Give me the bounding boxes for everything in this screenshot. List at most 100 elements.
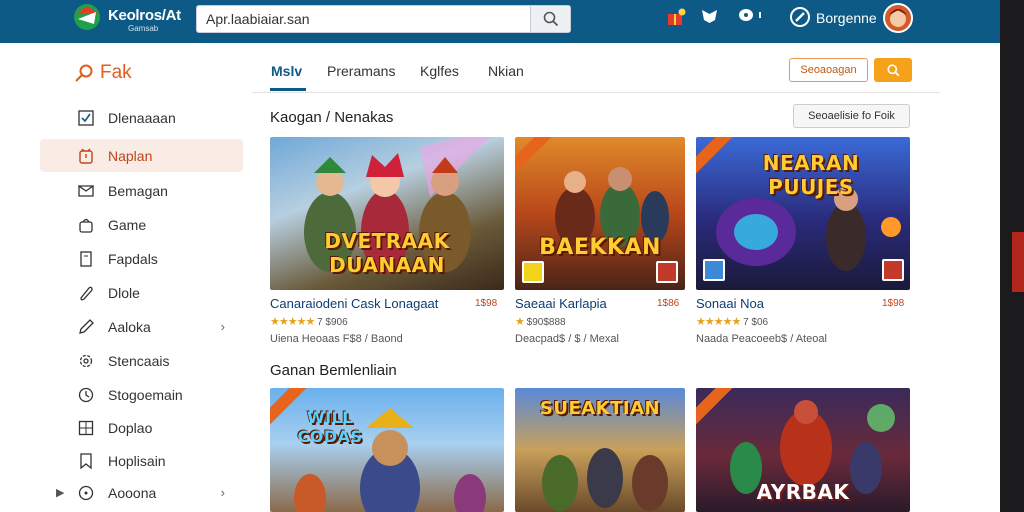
key-icon bbox=[75, 64, 93, 82]
game-card-price: 1$98 bbox=[882, 298, 905, 309]
sidebar-item-naplan[interactable]: Naplan bbox=[40, 139, 243, 172]
avatar[interactable] bbox=[883, 3, 913, 33]
game-card-price: 1$86 bbox=[657, 298, 680, 309]
app-logo-icon[interactable] bbox=[72, 2, 102, 32]
game-card-title[interactable]: Sonaai Noa bbox=[696, 296, 764, 311]
expand-caret-icon[interactable]: ▶ bbox=[56, 486, 64, 499]
game-artwork-title: WILL CODAS bbox=[297, 408, 363, 446]
tab-mslv[interactable]: Mslv bbox=[271, 63, 302, 79]
chevron-right-icon: › bbox=[220, 485, 225, 500]
game-card-title[interactable]: Saeaai Karlapia bbox=[515, 296, 607, 311]
game-artwork-title: SUEAKTIAN bbox=[539, 398, 661, 419]
scrollbar-thumb[interactable] bbox=[1012, 232, 1024, 292]
game-card-title[interactable]: Canaraiodeni Cask Lonagaat bbox=[270, 296, 438, 311]
sidebar-item-label: Bemagan bbox=[108, 182, 168, 199]
sidebar-item-label: Fapdals bbox=[108, 250, 158, 267]
shield-icon bbox=[702, 10, 717, 23]
game-card-meta: Uiena Heoaas F$8 / Baond bbox=[270, 333, 403, 345]
bag-icon bbox=[78, 217, 94, 233]
sidebar-item-label: Naplan bbox=[108, 147, 153, 164]
filter-pill-button[interactable]: Seoaoagan bbox=[789, 58, 868, 82]
game-card-rating: ★★★★★ 7 $906 bbox=[270, 315, 348, 328]
profile-switch-button[interactable] bbox=[790, 7, 810, 27]
clock-icon bbox=[78, 387, 94, 403]
sidebar-item-aaloka[interactable]: Aaloka › bbox=[40, 310, 243, 343]
tab-preramans[interactable]: Preramans bbox=[327, 63, 395, 79]
checkbox-icon bbox=[78, 109, 94, 126]
user-circle-icon bbox=[790, 7, 810, 27]
sidebar-item-aooona[interactable]: Aooona › bbox=[40, 476, 243, 509]
game-card-rating: ★ $90$888 bbox=[515, 315, 566, 328]
rating-badge-icon bbox=[656, 261, 678, 283]
sidebar-title: Fak bbox=[74, 62, 132, 84]
section-title: Kaogan / Nenakas bbox=[270, 109, 394, 126]
rating-badge-icon bbox=[882, 259, 904, 281]
sidebar-item-game[interactable]: Game bbox=[40, 208, 243, 241]
game-card-price: 1$98 bbox=[475, 298, 498, 309]
sidebar-item-fapdals[interactable]: Fapdals bbox=[40, 242, 243, 275]
sidebar-item-stogoemain[interactable]: Stogoemain bbox=[40, 378, 243, 411]
app-name: Keolros/At bbox=[108, 7, 181, 24]
sidebar-item-label: Aooona bbox=[108, 484, 157, 501]
game-card-image[interactable]: SUEAKTIAN bbox=[515, 388, 685, 512]
tab-kglfes[interactable]: Kglfes bbox=[420, 63, 459, 79]
star-rating-icon: ★★★★★ bbox=[270, 316, 315, 328]
sidebar-item-label: Stogoemain bbox=[108, 386, 183, 403]
bookmark-icon bbox=[78, 452, 94, 469]
search-button[interactable] bbox=[530, 6, 570, 32]
search-box bbox=[196, 5, 571, 33]
sidebar-item-label: Dlole bbox=[108, 284, 140, 301]
gift-icon bbox=[668, 8, 686, 25]
tab-nkian[interactable]: Nkian bbox=[488, 63, 524, 79]
sidebar-item-label: Aaloka bbox=[108, 318, 151, 335]
sidebar-item-label: Stencaais bbox=[108, 352, 170, 369]
sidebar-item-label: Hoplisain bbox=[108, 452, 166, 469]
sidebar-item-stencaais[interactable]: Stencaais bbox=[40, 344, 243, 377]
rating-text: $90$888 bbox=[526, 317, 566, 328]
sidebar-title-text: Fak bbox=[100, 62, 132, 83]
sidebar-item-hoplisain[interactable]: Hoplisain bbox=[40, 444, 243, 477]
game-card-image[interactable]: BAEKKAN bbox=[515, 137, 685, 290]
notification-button[interactable] bbox=[666, 8, 686, 26]
chat-icon bbox=[739, 9, 761, 21]
platform-badge-icon bbox=[522, 261, 544, 283]
sidebar-item-dlole[interactable]: Dlole bbox=[40, 276, 243, 309]
active-tab-indicator bbox=[270, 88, 306, 91]
star-rating-icon: ★★★★★ bbox=[696, 316, 741, 328]
sidebar-item-bemagan[interactable]: Bemagan bbox=[40, 174, 243, 207]
send-icon bbox=[78, 183, 94, 199]
rating-text: 7 $06 bbox=[743, 317, 769, 328]
game-card-rating: ★★★★★ 7 $06 bbox=[696, 315, 768, 328]
game-artwork-title: NEARAN PUUJES bbox=[762, 151, 860, 199]
sort-filter-button[interactable]: Seoaelisie fo Foik bbox=[793, 104, 910, 128]
sidebar-item-dlenaaaan[interactable]: Dlenaaaan bbox=[40, 101, 243, 134]
game-card-image[interactable]: NEARAN PUUJES bbox=[696, 137, 910, 290]
game-card-image[interactable]: AYRBAK bbox=[696, 388, 910, 512]
game-card-image[interactable]: WILL CODAS bbox=[270, 388, 504, 512]
game-card-meta: Deacpad$ / $ / Mexal bbox=[515, 333, 619, 345]
quick-search-button[interactable] bbox=[874, 58, 912, 82]
rating-text: 7 $906 bbox=[317, 317, 348, 328]
shield-button[interactable] bbox=[701, 8, 718, 24]
sidebar-item-label: Doplao bbox=[108, 419, 153, 436]
search-input[interactable] bbox=[197, 6, 531, 32]
gear-icon bbox=[78, 353, 94, 369]
sidebar-item-doplao[interactable]: Doplao bbox=[40, 411, 243, 444]
search-icon bbox=[886, 63, 899, 76]
search-icon bbox=[543, 11, 558, 27]
game-artwork-icon bbox=[294, 408, 486, 512]
game-card-image[interactable]: DVETRAAK DUANAAN bbox=[270, 137, 504, 290]
sidebar-item-label: Game bbox=[108, 216, 147, 233]
user-name[interactable]: Borgenne bbox=[816, 10, 877, 26]
sidebar-item-label: Dlenaaaan bbox=[108, 109, 176, 126]
chevron-right-icon: › bbox=[220, 319, 225, 334]
pen-icon bbox=[78, 318, 94, 335]
top-bar: Keolros/At Gamsab Apr.laabiaiar.san Borg… bbox=[0, 0, 1000, 43]
avatar-face-icon bbox=[889, 9, 907, 27]
star-rating-icon: ★ bbox=[515, 316, 525, 328]
circle-icon bbox=[78, 485, 94, 501]
platform-badge-icon bbox=[703, 259, 725, 281]
messages-button[interactable] bbox=[738, 8, 764, 22]
game-artwork-title: AYRBAK bbox=[756, 480, 850, 504]
game-card-meta: Naada Peacoeeb$ / Ateoal bbox=[696, 333, 827, 345]
